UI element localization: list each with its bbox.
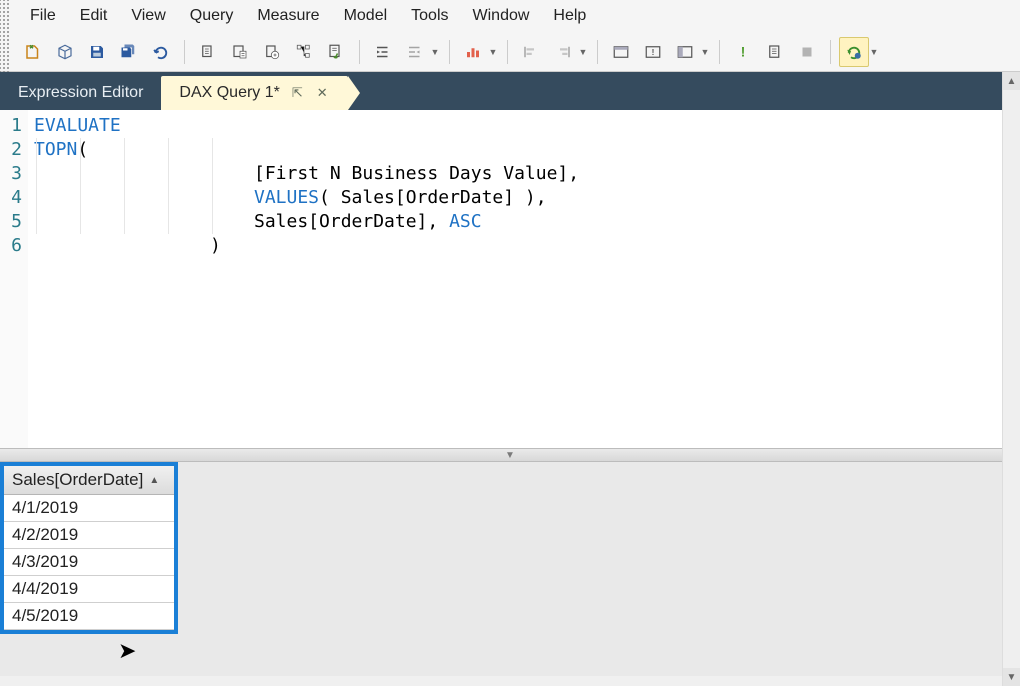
- column-label: Sales[OrderDate]: [12, 470, 143, 490]
- pin-icon[interactable]: ⇱: [290, 85, 305, 101]
- undo-icon[interactable]: [146, 37, 176, 67]
- menu-measure[interactable]: Measure: [245, 1, 331, 31]
- tab-strip: Expression Editor DAX Query 1* ⇱ ✕: [0, 72, 1020, 110]
- svg-text:!: !: [741, 44, 746, 59]
- toolbar-separator: [449, 40, 450, 64]
- menu-model[interactable]: Model: [332, 1, 400, 31]
- panel-icon[interactable]: [606, 37, 636, 67]
- menubar: File Edit View Query Measure Model Tools…: [0, 0, 1020, 32]
- code-editor[interactable]: 1 2 3 4 5 6 EVALUATE TOPN( [First N Busi…: [0, 110, 1020, 448]
- toolbar-separator: [719, 40, 720, 64]
- outdent-icon[interactable]: [400, 37, 430, 67]
- close-icon[interactable]: ✕: [315, 85, 330, 101]
- chart-dropdown[interactable]: ▼: [458, 37, 499, 67]
- window-grip: [0, 0, 10, 72]
- chevron-down-icon[interactable]: ▼: [429, 47, 441, 57]
- menu-tools[interactable]: Tools: [399, 1, 460, 31]
- results-grid[interactable]: Sales[OrderDate] ▲ 4/1/2019 4/2/2019 4/3…: [0, 462, 178, 634]
- indent-guides: [36, 138, 256, 234]
- copy-icon[interactable]: [193, 37, 223, 67]
- toolbar-separator: [359, 40, 360, 64]
- menu-edit[interactable]: Edit: [68, 1, 120, 31]
- chart-icon[interactable]: [458, 37, 488, 67]
- table-row[interactable]: 4/2/2019: [4, 522, 174, 549]
- code-token: ( Sales[OrderDate] ),: [319, 187, 547, 208]
- toolbar-separator: [507, 40, 508, 64]
- line-number: 1: [0, 114, 22, 138]
- code-token: VALUES: [254, 187, 319, 208]
- chevron-down-icon[interactable]: ▼: [487, 47, 499, 57]
- cube-icon[interactable]: [50, 37, 80, 67]
- stop-icon[interactable]: [792, 37, 822, 67]
- table-row[interactable]: 4/3/2019: [4, 549, 174, 576]
- table-row[interactable]: 4/5/2019: [4, 603, 174, 630]
- format-icon[interactable]: [321, 37, 351, 67]
- menu-window[interactable]: Window: [461, 1, 542, 31]
- code-area[interactable]: EVALUATE TOPN( [First N Business Days Va…: [28, 110, 1020, 448]
- code-token: EVALUATE: [34, 115, 121, 136]
- line-number: 3: [0, 162, 22, 186]
- panel-alert-icon[interactable]: !: [638, 37, 668, 67]
- paste-icon[interactable]: [257, 37, 287, 67]
- line-gutter: 1 2 3 4 5 6: [0, 110, 28, 448]
- align-left-icon[interactable]: [516, 37, 546, 67]
- chevron-down-icon[interactable]: ▼: [868, 47, 880, 57]
- align-right-icon[interactable]: [548, 37, 578, 67]
- save-all-icon[interactable]: [114, 37, 144, 67]
- menu-help[interactable]: Help: [541, 1, 598, 31]
- menu-query[interactable]: Query: [178, 1, 246, 31]
- horizontal-splitter[interactable]: ▼: [0, 448, 1020, 462]
- line-number: 5: [0, 210, 22, 234]
- toolbar: ▼ ▼ ▼ ! ▼ ! ▼: [0, 32, 1020, 72]
- panel-settings-dropdown[interactable]: ▼: [670, 37, 711, 67]
- tree-icon[interactable]: [289, 37, 319, 67]
- tab-expression-editor[interactable]: Expression Editor: [0, 76, 161, 110]
- new-query-icon[interactable]: [18, 37, 48, 67]
- scroll-up-icon[interactable]: ▲: [1003, 72, 1020, 90]
- scroll-down-icon[interactable]: ▼: [1003, 668, 1020, 686]
- tab-label: DAX Query 1*: [179, 84, 279, 102]
- save-icon[interactable]: [82, 37, 112, 67]
- run-dropdown[interactable]: ▼: [839, 37, 880, 67]
- line-number: 4: [0, 186, 22, 210]
- toolbar-separator: [597, 40, 598, 64]
- line-number: 2: [0, 138, 22, 162]
- line-number: 6: [0, 234, 22, 258]
- doc-icon[interactable]: [760, 37, 790, 67]
- menu-view[interactable]: View: [119, 1, 177, 31]
- exclaim-icon[interactable]: !: [728, 37, 758, 67]
- panel-settings-icon[interactable]: [670, 37, 700, 67]
- outdent-dropdown[interactable]: ▼: [400, 37, 441, 67]
- tab-dax-query[interactable]: DAX Query 1* ⇱ ✕: [161, 76, 347, 110]
- menu-file[interactable]: File: [18, 1, 68, 31]
- code-token: Sales[OrderDate],: [254, 211, 449, 232]
- code-token: [First N Business Days Value],: [254, 163, 579, 184]
- indent-icon[interactable]: [368, 37, 398, 67]
- paste-special-icon[interactable]: [225, 37, 255, 67]
- results-pane: Sales[OrderDate] ▲ 4/1/2019 4/2/2019 4/3…: [0, 462, 1020, 676]
- toolbar-separator: [830, 40, 831, 64]
- chevron-down-icon[interactable]: ▼: [699, 47, 711, 57]
- vertical-scrollbar[interactable]: ▲ ▼: [1002, 72, 1020, 686]
- toolbar-separator: [184, 40, 185, 64]
- code-token: ): [210, 235, 221, 256]
- column-header[interactable]: Sales[OrderDate] ▲: [4, 466, 174, 495]
- code-token: ASC: [449, 211, 482, 232]
- sort-asc-icon: ▲: [149, 475, 159, 486]
- table-row[interactable]: 4/4/2019: [4, 576, 174, 603]
- tab-label: Expression Editor: [18, 84, 143, 102]
- svg-text:!: !: [652, 48, 655, 57]
- run-gear-icon[interactable]: [839, 37, 869, 67]
- chevron-down-icon[interactable]: ▼: [577, 47, 589, 57]
- table-row[interactable]: 4/1/2019: [4, 495, 174, 522]
- align-dropdown[interactable]: ▼: [548, 37, 589, 67]
